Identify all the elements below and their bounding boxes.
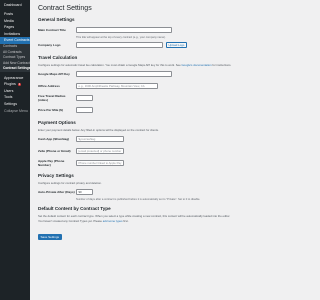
main-title-help: This title will appear at the top of eve… (76, 35, 166, 39)
section-title-privacy: Privacy Settings (38, 173, 74, 178)
settings-page: Contract Settings General Settings Main … (30, 0, 300, 300)
no-types-notice: You haven't created any Contract Types y… (38, 219, 294, 223)
sidebar-item-label: Plugins (4, 82, 16, 87)
api-key-label: Google Maps API Key (38, 72, 70, 76)
privacy-description: Configure settings for contract privacy … (38, 181, 102, 185)
cashapp-label: Cash App ($Cashtag) (38, 137, 70, 141)
main-title-input[interactable] (76, 27, 172, 33)
sidebar-item-pages[interactable]: Pages (0, 24, 30, 31)
section-title-payment: Payment Options (38, 120, 76, 125)
sidebar-item-tools[interactable]: Tools (0, 94, 30, 101)
sidebar-item-posts[interactable]: Posts (0, 11, 30, 18)
company-logo-row: Company Logo Upload Logo (38, 40, 294, 50)
section-title-general: General Settings (38, 17, 75, 22)
travel-description: Configure settings for automatic travel … (38, 63, 294, 67)
notification-badge: 3 (17, 82, 22, 86)
sidebar-item-appearance[interactable]: Appearance (0, 75, 30, 82)
travel-description-suffix: for instructions. (211, 63, 232, 67)
sidebar-item-label: Event Contracts (4, 38, 30, 43)
free-radius-input[interactable] (76, 95, 93, 101)
main-title-label: Main Contract Title (38, 28, 66, 32)
company-logo-input[interactable] (76, 42, 163, 48)
zelle-label: Zelle (Phone or Email) (38, 149, 71, 153)
auto-private-help: Number of days after a contract is publi… (76, 197, 201, 201)
sidebar-item-invitations[interactable]: Invitations (0, 31, 30, 38)
sidebar-item-users[interactable]: Users (0, 88, 30, 95)
auto-private-row: Auto-Private After (Days) 90 (38, 187, 294, 197)
applepay-input[interactable]: Phone number linked to Apple Pay (76, 160, 124, 166)
submenu-item-contract-settings[interactable]: Contract Settings (0, 66, 30, 72)
sidebar-item-settings[interactable]: Settings (0, 101, 30, 108)
main-title-row: Main Contract Title (38, 25, 294, 35)
applepay-row: Apple Pay (Phone Number) Phone number li… (38, 158, 294, 168)
google-docs-link[interactable]: Google's documentation (182, 63, 212, 67)
company-logo-label: Company Logo (38, 43, 61, 47)
cashapp-row: Cash App ($Cashtag) $yourcashtag (38, 134, 294, 144)
page-title: Contract Settings (38, 5, 92, 12)
save-settings-button[interactable]: Save Settings (38, 233, 62, 240)
zelle-input[interactable]: [email protected] or phone number (76, 148, 124, 154)
travel-description-text: Configure settings for automatic travel … (38, 63, 182, 67)
office-address-row: Office Address e.g., 1600 Amphitheatre P… (38, 81, 294, 91)
sidebar-item-event-contracts[interactable]: Event Contracts 1 (0, 37, 30, 45)
free-radius-row: Free Travel Radius (miles) (38, 93, 294, 103)
api-key-row: Google Maps API Key (38, 69, 294, 79)
default-content-description: Set the default content for each contrac… (38, 213, 231, 218)
zelle-row: Zelle (Phone or Email) [email protected]… (38, 146, 294, 156)
price-per-mile-label: Price Per Mile ($) (38, 108, 63, 112)
no-types-text: You haven't created any Contract Types y… (38, 219, 103, 223)
section-title-default-content: Default Content by Contract Type (38, 205, 111, 211)
payment-description: Enter your payment details below. Any fi… (38, 128, 159, 132)
free-radius-label: Free Travel Radius (miles) (38, 94, 66, 102)
applepay-label: Apple Pay (Phone Number) (38, 159, 65, 167)
sidebar-item-plugins[interactable]: Plugins 3 (0, 81, 30, 88)
add-types-link[interactable]: add some types (103, 219, 123, 223)
sidebar-item-dashboard[interactable]: Dashboard (0, 2, 30, 9)
api-key-input[interactable] (76, 71, 172, 77)
sidebar-item-media[interactable]: Media (0, 18, 30, 25)
office-address-label: Office Address (38, 84, 60, 88)
auto-private-input[interactable]: 90 (76, 189, 93, 195)
no-types-suffix: first. (122, 219, 129, 223)
price-per-mile-input[interactable] (76, 107, 93, 113)
auto-private-label: Auto-Private After (Days) (38, 190, 75, 194)
admin-sidebar: Dashboard Posts Media Pages Invitations … (0, 0, 30, 300)
upload-logo-button[interactable]: Upload Logo (166, 42, 187, 48)
price-per-mile-row: Price Per Mile ($) (38, 105, 294, 115)
section-title-travel: Travel Calculation (38, 55, 78, 60)
collapse-menu-button[interactable]: Collapse Menu (0, 108, 30, 115)
office-address-input[interactable]: e.g., 1600 Amphitheatre Parkway, Mountai… (76, 83, 158, 89)
cashapp-input[interactable]: $yourcashtag (76, 136, 124, 142)
